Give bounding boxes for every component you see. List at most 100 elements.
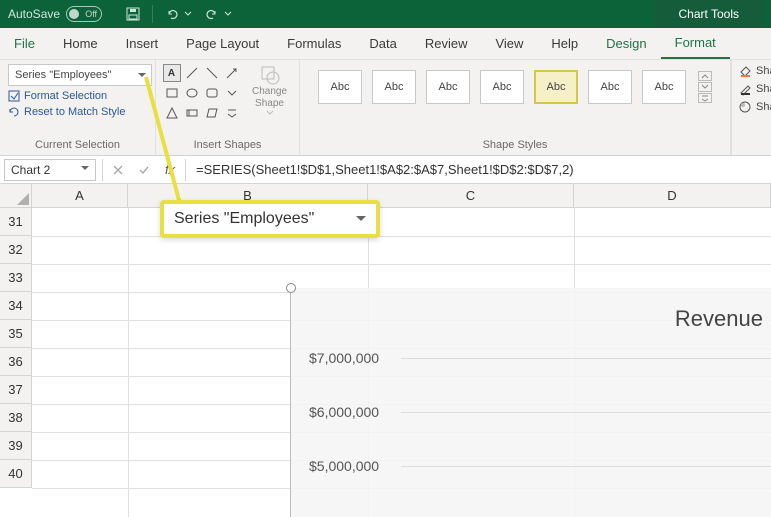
row-header[interactable]: 34: [0, 292, 32, 320]
menu-bar: File Home Insert Page Layout Formulas Da…: [0, 28, 771, 60]
title-bar: AutoSave Off Chart Tools: [0, 0, 771, 28]
scroll-down-icon[interactable]: [698, 82, 712, 92]
column-headers: A B C D: [32, 184, 771, 208]
row-header[interactable]: 35: [0, 320, 32, 348]
y-axis-tick: $5,000,000: [309, 458, 379, 474]
y-axis-tick: $7,000,000: [309, 350, 379, 366]
bucket-icon: [738, 64, 752, 78]
undo-icon[interactable]: [161, 3, 183, 25]
parallelogram-shape-icon[interactable]: [203, 104, 221, 122]
row-header[interactable]: 32: [0, 236, 32, 264]
group-label-selection: Current Selection: [35, 139, 120, 153]
line-shape-icon[interactable]: [203, 64, 221, 82]
shape-style-4[interactable]: Abc: [480, 70, 524, 104]
chart-resize-handle[interactable]: [286, 283, 296, 293]
textbox-shape-icon[interactable]: A: [163, 64, 181, 82]
redo-icon[interactable]: [201, 3, 223, 25]
shape-style-1[interactable]: Abc: [318, 70, 362, 104]
row-header[interactable]: 31: [0, 208, 32, 236]
triangle-shape-icon[interactable]: [163, 104, 181, 122]
enter-formula-icon[interactable]: [131, 159, 157, 181]
change-shape-label: Change Shape: [247, 86, 293, 110]
group-current-selection: Series "Employees" Format Selection Rese…: [0, 60, 156, 155]
tab-file[interactable]: File: [0, 28, 49, 59]
scroll-up-icon[interactable]: [698, 71, 712, 81]
group-shape-options: Shape Shape Shape: [731, 60, 771, 155]
row-header[interactable]: 37: [0, 376, 32, 404]
reset-match-button[interactable]: Reset to Match Style: [8, 106, 126, 118]
shape-outline-button[interactable]: Shape: [738, 82, 771, 96]
autosave-label: AutoSave: [8, 7, 60, 21]
chart-tools-label: Chart Tools: [655, 0, 763, 28]
row-header[interactable]: 38: [0, 404, 32, 432]
change-shape-icon: [259, 64, 281, 86]
formula-input[interactable]: =SERIES(Sheet1!$D$1,Sheet1!$A$2:$A$7,She…: [188, 159, 771, 181]
row-header[interactable]: 39: [0, 432, 32, 460]
shape-style-2[interactable]: Abc: [372, 70, 416, 104]
gallery-expand-icon[interactable]: [223, 84, 241, 102]
formula-bar: Chart 2 fx =SERIES(Sheet1!$D$1,Sheet1!$A…: [0, 156, 771, 184]
reset-match-icon: [8, 106, 20, 118]
format-selection-icon: [8, 90, 20, 102]
ribbon: Series "Employees" Format Selection Rese…: [0, 60, 771, 156]
tab-formulas[interactable]: Formulas: [273, 28, 355, 59]
row-header[interactable]: 33: [0, 264, 32, 292]
tab-data[interactable]: Data: [355, 28, 410, 59]
arrow-shape-icon[interactable]: [223, 64, 241, 82]
embedded-chart[interactable]: Revenue $7,000,000 $6,000,000 $5,000,000: [290, 288, 771, 517]
divider: [102, 159, 103, 181]
row-header[interactable]: 40: [0, 460, 32, 488]
chart-element-value: Series "Employees": [15, 69, 111, 81]
formula-text: =SERIES(Sheet1!$D$1,Sheet1!$A$2:$A$7,She…: [196, 162, 574, 177]
change-shape-button[interactable]: Change Shape: [247, 64, 293, 116]
shape-effects-button[interactable]: Shape: [738, 100, 771, 114]
chart-title[interactable]: Revenue: [675, 306, 763, 332]
shape-style-6[interactable]: Abc: [588, 70, 632, 104]
divider: [185, 159, 186, 181]
callout-text: Series "Employees": [174, 210, 314, 227]
select-all-corner[interactable]: [0, 184, 32, 208]
tab-insert[interactable]: Insert: [112, 28, 173, 59]
save-icon[interactable]: [122, 3, 144, 25]
rect-shape-icon[interactable]: [163, 84, 181, 102]
row-header[interactable]: 36: [0, 348, 32, 376]
shape-style-3[interactable]: Abc: [426, 70, 470, 104]
chart-element-dropdown[interactable]: Series "Employees": [8, 64, 152, 86]
redo-dropdown-icon[interactable]: [223, 3, 233, 25]
row-headers: 31 32 33 34 35 36 37 38 39 40: [0, 208, 32, 488]
col-header-c[interactable]: C: [368, 184, 574, 208]
roundrect-shape-icon[interactable]: [203, 84, 221, 102]
group-label-shapes: Insert Shapes: [194, 139, 262, 153]
autosave-toggle[interactable]: Off: [66, 6, 102, 22]
tab-help[interactable]: Help: [537, 28, 592, 59]
oval-shape-icon[interactable]: [183, 84, 201, 102]
tab-review[interactable]: Review: [411, 28, 482, 59]
tab-design[interactable]: Design: [592, 28, 660, 59]
y-axis-tick: $6,000,000: [309, 404, 379, 420]
tab-format[interactable]: Format: [661, 28, 730, 59]
name-box[interactable]: Chart 2: [4, 159, 96, 181]
group-label-styles: Shape Styles: [483, 139, 548, 153]
shapes-gallery[interactable]: A: [163, 64, 241, 122]
line-shape-icon[interactable]: [183, 64, 201, 82]
gallery-more-icon[interactable]: [698, 93, 712, 103]
format-selection-button[interactable]: Format Selection: [8, 90, 107, 102]
undo-dropdown-icon[interactable]: [183, 3, 193, 25]
grid-area[interactable]: A B C D 31 32 33 34 35 36 37 38 39 40 Re…: [0, 184, 771, 517]
group-shape-styles: Abc Abc Abc Abc Abc Abc Abc Shape Styles: [300, 60, 731, 155]
col-header-d[interactable]: D: [574, 184, 771, 208]
style-gallery-scroll[interactable]: [698, 71, 712, 103]
flowchart-shape-icon[interactable]: [183, 104, 201, 122]
tab-page-layout[interactable]: Page Layout: [172, 28, 273, 59]
gallery-more-icon[interactable]: [223, 104, 241, 122]
cancel-formula-icon[interactable]: [105, 159, 131, 181]
shape-fill-button[interactable]: Shape: [738, 64, 771, 78]
tab-view[interactable]: View: [481, 28, 537, 59]
pen-icon: [738, 82, 752, 96]
tab-home[interactable]: Home: [49, 28, 112, 59]
shape-style-7[interactable]: Abc: [642, 70, 686, 104]
format-selection-label: Format Selection: [24, 90, 107, 102]
col-header-a[interactable]: A: [32, 184, 128, 208]
shape-style-5[interactable]: Abc: [534, 70, 578, 104]
group-insert-shapes: A Change Shape Insert Shapes: [156, 60, 300, 155]
